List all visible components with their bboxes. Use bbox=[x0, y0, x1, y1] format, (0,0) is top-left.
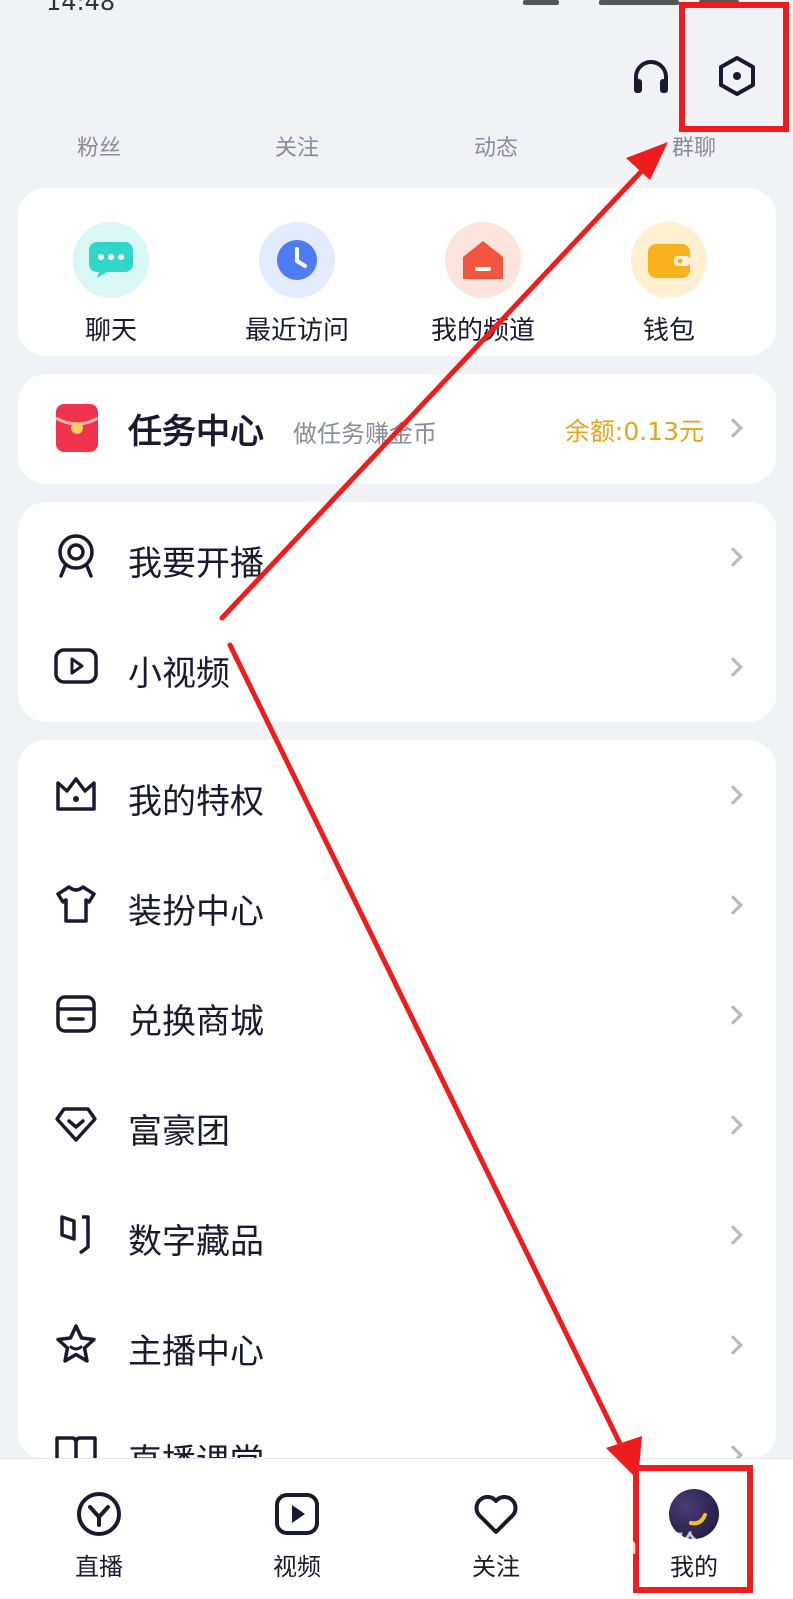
nav-label: 视频 bbox=[273, 1553, 321, 1581]
crown-icon bbox=[54, 772, 98, 816]
chevron-right-icon bbox=[723, 1005, 743, 1025]
nav-video[interactable]: 视频 bbox=[237, 1489, 357, 1582]
headphone-button[interactable] bbox=[623, 48, 679, 104]
menu-label: 数字藏品 bbox=[128, 1222, 264, 1262]
menu-label: 主播中心 bbox=[128, 1332, 264, 1372]
menu-item-privileges[interactable]: 我的特权 bbox=[18, 740, 776, 850]
quick-label: 聊天 bbox=[84, 316, 137, 346]
quick-recent[interactable]: 最近访问 bbox=[222, 222, 372, 347]
chevron-right-icon bbox=[723, 1225, 743, 1245]
quick-label: 钱包 bbox=[642, 316, 695, 346]
headphone-icon bbox=[634, 60, 668, 93]
settings-highlight-box bbox=[679, 2, 789, 132]
chevron-right-icon bbox=[723, 1335, 743, 1355]
quick-chat[interactable]: 聊天 bbox=[36, 222, 186, 347]
store-icon bbox=[54, 992, 98, 1036]
collectible-icon bbox=[54, 1212, 98, 1256]
status-bar: 14:48 bbox=[0, 0, 793, 16]
star-icon bbox=[54, 1322, 98, 1366]
chat-icon bbox=[73, 222, 149, 298]
services-card: 我的特权 装扮中心 兑换商城 富豪团 数字藏品 主播中心 bbox=[18, 740, 776, 1482]
live-video-card: 我要开播 小视频 bbox=[18, 502, 776, 722]
house-icon bbox=[445, 222, 521, 298]
task-center-card[interactable]: 任务中心 做任务赚金币 余额:0.13元 bbox=[18, 374, 776, 484]
wallet-icon bbox=[631, 222, 707, 298]
chevron-right-icon bbox=[723, 1115, 743, 1135]
stats-row: 粉丝 关注 动态 群聊 bbox=[0, 130, 793, 170]
quick-channel[interactable]: 我的频道 bbox=[408, 222, 558, 347]
nav-label: 关注 bbox=[472, 1553, 520, 1581]
task-balance: 余额:0.13元 bbox=[564, 417, 704, 446]
menu-item-dressup[interactable]: 装扮中心 bbox=[18, 850, 776, 960]
video-icon bbox=[272, 1489, 322, 1539]
chevron-right-icon bbox=[723, 547, 743, 567]
stat-groups[interactable]: 群聊 bbox=[634, 130, 754, 162]
menu-label: 富豪团 bbox=[128, 1112, 230, 1152]
status-time: 14:48 bbox=[46, 0, 116, 16]
chevron-right-icon bbox=[723, 657, 743, 677]
nav-label: 直播 bbox=[75, 1553, 123, 1581]
menu-item-rich-club[interactable]: 富豪团 bbox=[18, 1070, 776, 1180]
clock-icon bbox=[259, 222, 335, 298]
stat-fans[interactable]: 粉丝 bbox=[39, 130, 159, 162]
quick-label: 最近访问 bbox=[244, 316, 349, 346]
stat-following[interactable]: 关注 bbox=[237, 130, 357, 162]
menu-item-short-video[interactable]: 小视频 bbox=[18, 612, 776, 722]
stat-moments[interactable]: 动态 bbox=[436, 130, 556, 162]
menu-item-exchange-store[interactable]: 兑换商城 bbox=[18, 960, 776, 1070]
diamond-icon bbox=[54, 1102, 98, 1146]
quick-actions-card: 聊天 最近访问 我的频道 钱包 bbox=[18, 188, 776, 356]
menu-label: 我的特权 bbox=[128, 782, 264, 822]
menu-label: 装扮中心 bbox=[128, 892, 264, 932]
task-center-subtitle: 做任务赚金币 bbox=[293, 420, 437, 448]
menu-item-collectibles[interactable]: 数字藏品 bbox=[18, 1180, 776, 1290]
menu-label: 兑换商城 bbox=[128, 1002, 264, 1042]
menu-label: 我要开播 bbox=[128, 544, 264, 584]
menu-item-go-live[interactable]: 我要开播 bbox=[18, 502, 776, 612]
nav-live[interactable]: 直播 bbox=[39, 1489, 159, 1582]
quick-label: 我的频道 bbox=[430, 316, 535, 346]
menu-item-anchor-center[interactable]: 主播中心 bbox=[18, 1290, 776, 1400]
task-center-title: 任务中心 bbox=[128, 412, 264, 452]
live-icon bbox=[74, 1489, 124, 1539]
chevron-right-icon bbox=[723, 418, 743, 438]
live-camera-icon bbox=[54, 534, 98, 578]
heart-icon bbox=[471, 1489, 521, 1539]
chevron-right-icon bbox=[723, 785, 743, 805]
quick-wallet[interactable]: 钱包 bbox=[594, 222, 744, 347]
nav-follow[interactable]: 关注 bbox=[436, 1489, 556, 1582]
watermark: Bai经验 bbox=[600, 1531, 699, 1561]
menu-label: 小视频 bbox=[128, 654, 230, 694]
video-play-icon bbox=[54, 644, 98, 688]
red-envelope-icon bbox=[55, 404, 99, 452]
chevron-right-icon bbox=[723, 895, 743, 915]
tshirt-icon bbox=[54, 882, 98, 926]
